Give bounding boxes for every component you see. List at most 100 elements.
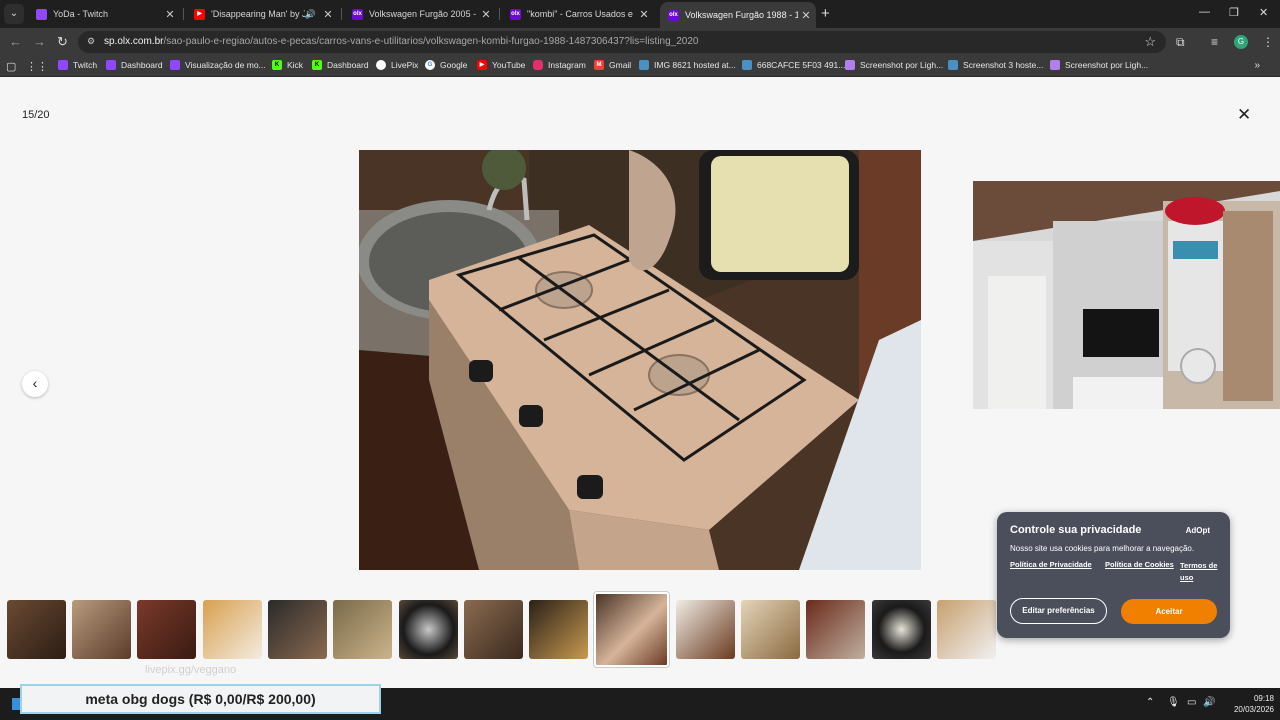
- thumbnail-3[interactable]: [137, 600, 196, 659]
- close-window-icon[interactable]: ✕: [1259, 6, 1268, 19]
- cookie-title: Controle sua privacidade: [1010, 524, 1142, 536]
- bookmark-youtube[interactable]: ▶ YouTube: [477, 60, 525, 70]
- edit-preferences-button[interactable]: Editar preferências: [1010, 598, 1107, 624]
- network-icon[interactable]: ▭: [1187, 697, 1196, 708]
- livepix-icon: [376, 60, 386, 70]
- profile-avatar[interactable]: G: [1234, 35, 1248, 49]
- restore-icon[interactable]: ❐: [1229, 6, 1239, 19]
- bookmark-twitch[interactable]: Twitch: [58, 60, 97, 70]
- speaker-icon[interactable]: 🔊: [305, 9, 316, 20]
- thumbnail-14[interactable]: [872, 600, 931, 659]
- system-clock[interactable]: 09:18 20/03/2026: [1224, 693, 1274, 715]
- thumbnail-15-active[interactable]: [594, 592, 669, 667]
- bookmark-dashboard-twitch[interactable]: Dashboard: [106, 60, 163, 70]
- olx-icon: olx: [668, 9, 679, 21]
- thumbnail-1[interactable]: [7, 600, 66, 659]
- google-icon: G: [425, 60, 435, 70]
- tab-title: YoDa - Twitch: [53, 9, 109, 19]
- tab-olx-kombi[interactable]: olx "kombi" - Carros Usados e Nov ✕: [502, 3, 654, 25]
- clock-date: 20/03/2026: [1233, 705, 1274, 714]
- browser-toolbar: ← → ↻ ⚙ sp.olx.com.br/sao-paulo-e-regiao…: [0, 28, 1280, 56]
- url-text[interactable]: sp.olx.com.br/sao-paulo-e-regiao/autos-e…: [104, 36, 699, 47]
- youtube-icon: ▶: [477, 60, 487, 70]
- imgbb-icon: [948, 60, 958, 70]
- bookmark-lightshot-1[interactable]: Screenshot por Ligh...: [845, 60, 943, 70]
- minimize-icon[interactable]: —: [1199, 6, 1210, 18]
- thumbnail-2[interactable]: [72, 600, 131, 659]
- thumbnail-9[interactable]: [529, 600, 588, 659]
- thumbnail-5[interactable]: [268, 600, 327, 659]
- thumbnail-15[interactable]: [937, 600, 996, 659]
- bookmark-img-8621[interactable]: IMG 8621 hosted at...: [639, 60, 736, 70]
- tab-twitch[interactable]: YoDa - Twitch ✕: [28, 3, 180, 25]
- tray-chevron-icon[interactable]: ⌃: [1146, 697, 1154, 708]
- twitch-icon: [36, 8, 47, 20]
- bookmark-visualizacao[interactable]: Visualização de mo...: [170, 60, 266, 70]
- bookmark-star-icon[interactable]: ☆: [1144, 34, 1156, 50]
- kick-icon: K: [272, 60, 282, 70]
- cookie-description: Nosso site usa cookies para melhorar a n…: [1010, 544, 1195, 553]
- reload-icon[interactable]: ↻: [57, 34, 68, 50]
- thumbnail-6[interactable]: [333, 600, 392, 659]
- main-photo: [359, 150, 921, 570]
- thumbnail-8[interactable]: [464, 600, 523, 659]
- tab-close-icon[interactable]: ✕: [162, 8, 178, 21]
- bookmark-livepix[interactable]: LivePix: [376, 60, 418, 70]
- photo-counter: 15/20: [22, 109, 50, 121]
- imgbb-icon: [639, 60, 649, 70]
- bookmarks-menu-icon[interactable]: ▢: [6, 60, 16, 73]
- next-photo-preview[interactable]: [973, 181, 1280, 409]
- twitch-icon: [170, 60, 180, 70]
- microphone-icon[interactable]: 🎙: [1167, 697, 1180, 708]
- tab-search-button[interactable]: ⌄: [4, 4, 24, 24]
- tab-title: Volkswagen Furgão 2005 - 147: [369, 9, 478, 19]
- previous-photo-button[interactable]: ‹: [22, 371, 48, 397]
- accept-cookies-button[interactable]: Aceitar: [1121, 599, 1217, 624]
- kick-icon: K: [312, 60, 322, 70]
- terms-of-use-link[interactable]: Termos de uso: [1010, 560, 1218, 584]
- back-arrow-icon[interactable]: ←: [9, 34, 22, 49]
- bookmark-668cafce[interactable]: 668CAFCE 5F03 491...: [742, 60, 845, 70]
- thumbnail-11[interactable]: [676, 600, 735, 659]
- bookmark-kick[interactable]: K Kick: [272, 60, 303, 70]
- bookmark-screenshot-3[interactable]: Screenshot 3 hoste...: [948, 60, 1043, 70]
- stream-watermark: livepix.gg/veggano: [145, 664, 237, 676]
- volume-icon[interactable]: 🔊: [1203, 697, 1215, 708]
- tab-title: Volkswagen Furgão 1988 - 148: [685, 10, 798, 20]
- olx-icon: olx: [352, 8, 363, 20]
- new-tab-button[interactable]: +: [821, 6, 830, 22]
- tab-youtube[interactable]: ▶ 'Disappearing Man' by John 🔊 ✕: [186, 3, 338, 25]
- thumbnail-4[interactable]: [203, 600, 262, 659]
- cookie-consent-dialog: Controle sua privacidade AdOpt Nosso sit…: [997, 512, 1230, 638]
- tab-close-icon[interactable]: ✕: [320, 8, 336, 21]
- tab-olx-furgao-1988[interactable]: olx Volkswagen Furgão 1988 - 148 ✕: [660, 2, 816, 28]
- apps-grid-icon[interactable]: ⋮⋮: [26, 60, 48, 73]
- thumbnail-7[interactable]: [399, 600, 458, 659]
- tab-close-icon[interactable]: ✕: [798, 9, 814, 22]
- bookmark-google[interactable]: G Google: [425, 60, 467, 70]
- bookmark-lightshot-2[interactable]: Screenshot por Ligh...: [1050, 60, 1148, 70]
- site-info-icon[interactable]: ⚙: [87, 36, 98, 47]
- bookmark-dashboard-kick[interactable]: K Dashboard: [312, 60, 369, 70]
- twitch-icon: [58, 60, 68, 70]
- bookmarks-bar: ▢ ⋮⋮ Twitch Dashboard Visualização de mo…: [0, 56, 1280, 77]
- tab-olx-furgao-2005[interactable]: olx Volkswagen Furgão 2005 - 147 ✕: [344, 3, 496, 25]
- bookmark-instagram[interactable]: Instagram: [533, 60, 586, 70]
- bookmark-gmail[interactable]: M Gmail: [594, 60, 631, 70]
- thumbnail-12[interactable]: [741, 600, 800, 659]
- gmail-icon: M: [594, 60, 604, 70]
- reading-list-icon[interactable]: ≡: [1211, 35, 1218, 49]
- extensions-icon[interactable]: ⧉: [1176, 35, 1185, 50]
- adopt-logo: AdOpt: [1185, 526, 1210, 535]
- tab-close-icon[interactable]: ✕: [478, 8, 494, 21]
- thumbnail-13[interactable]: [806, 600, 865, 659]
- close-gallery-icon[interactable]: ✕: [1237, 106, 1251, 123]
- tab-close-icon[interactable]: ✕: [636, 8, 652, 21]
- menu-kebab-icon[interactable]: ⋮: [1262, 35, 1274, 49]
- forward-arrow-icon[interactable]: →: [33, 34, 46, 49]
- room-photo-illustration: [973, 181, 1280, 409]
- lightshot-icon: [1050, 60, 1060, 70]
- address-bar[interactable]: ⚙ sp.olx.com.br/sao-paulo-e-regiao/autos…: [78, 31, 1166, 53]
- stove-photo-illustration: [359, 150, 921, 570]
- bookmarks-overflow-icon[interactable]: »: [1254, 60, 1260, 71]
